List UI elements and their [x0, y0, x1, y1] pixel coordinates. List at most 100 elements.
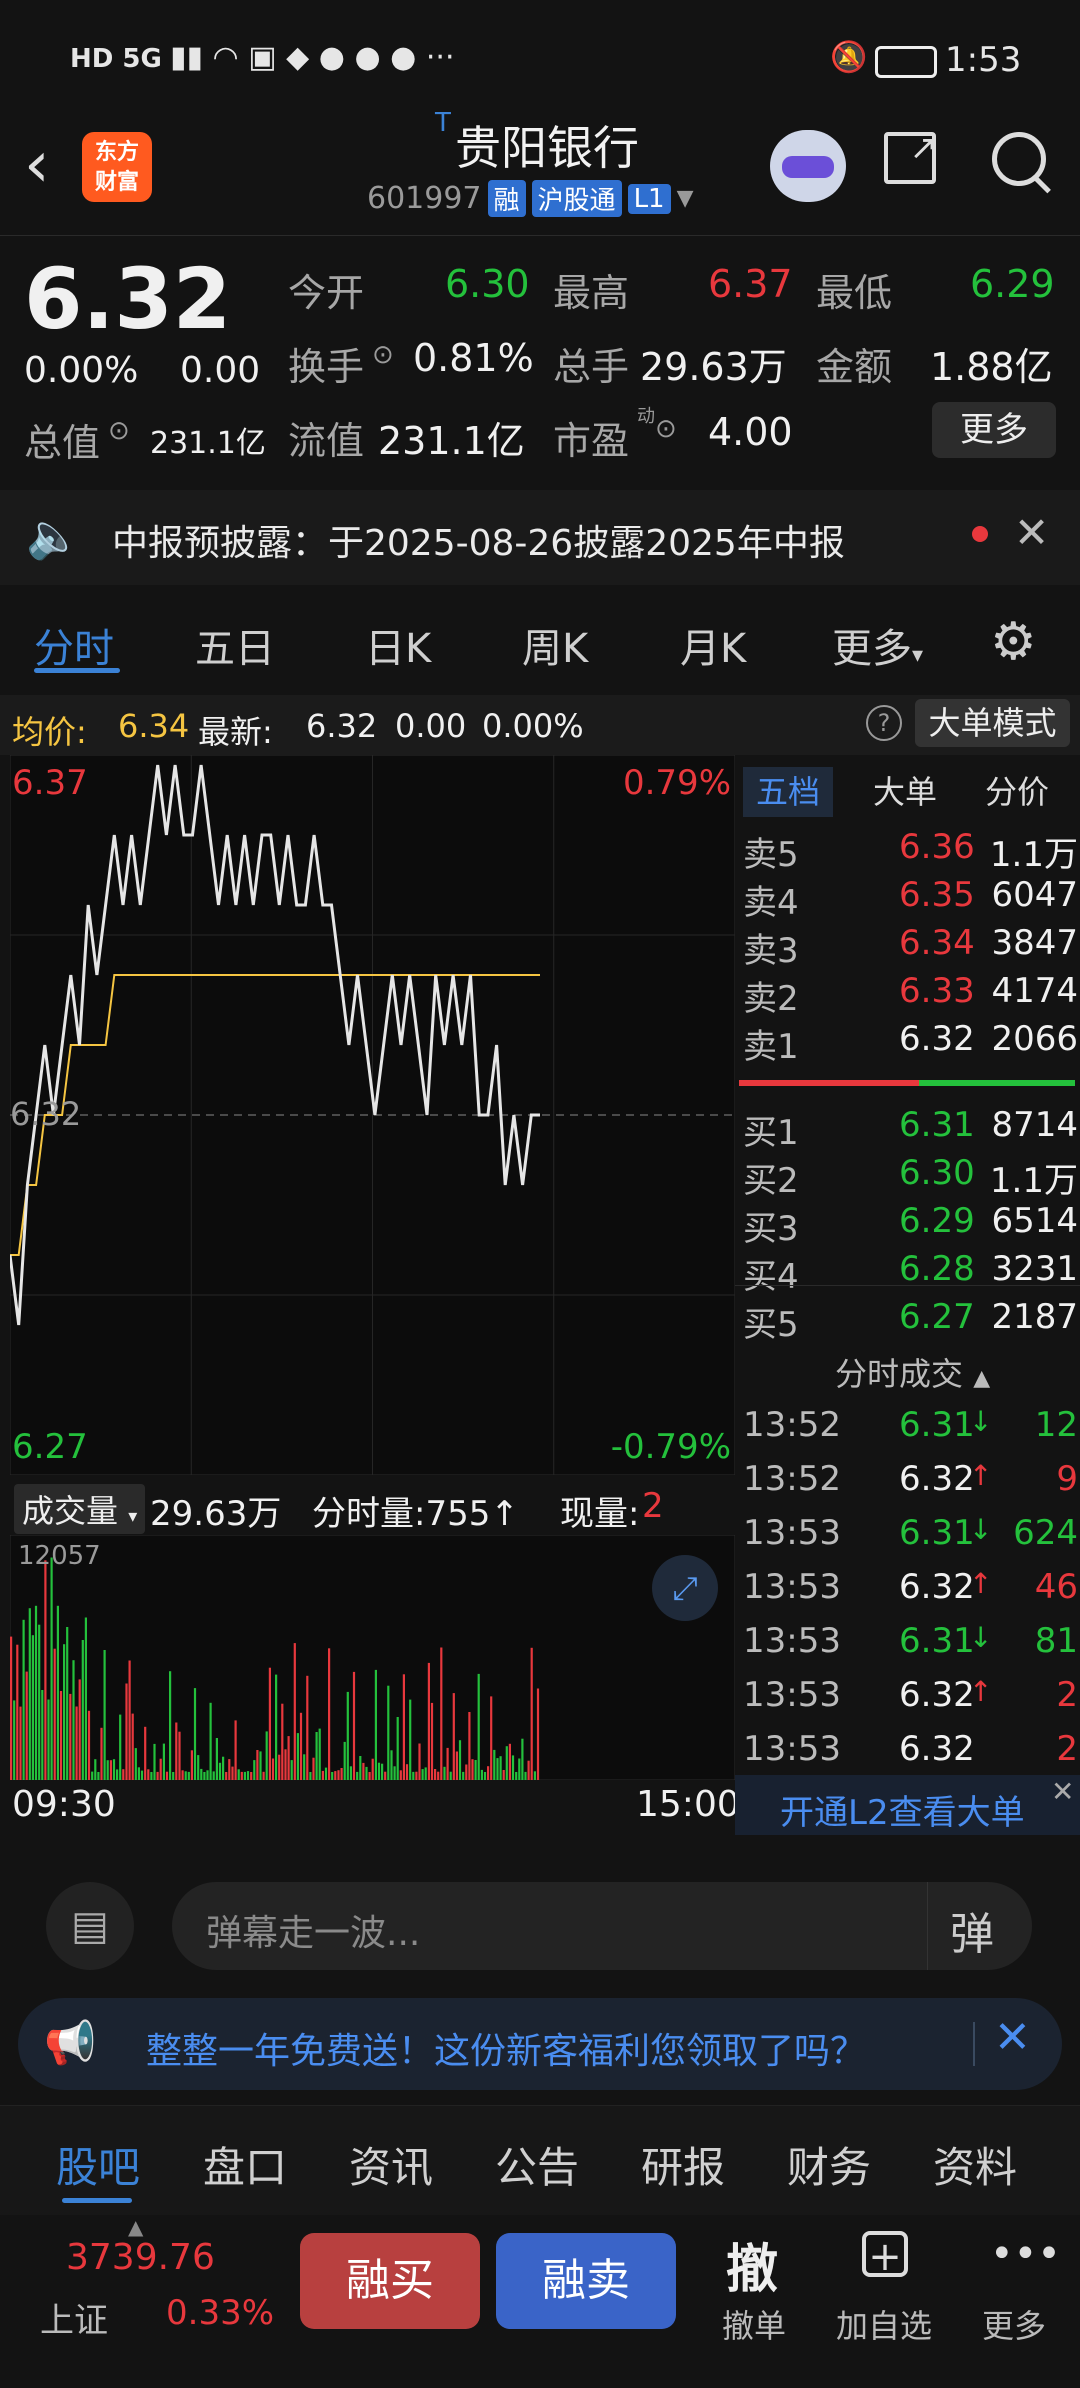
turnover-info-icon[interactable]: ⊙ — [372, 340, 394, 370]
volume-bar — [384, 1771, 387, 1780]
bid-row[interactable]: 买4 6.28 3231 — [735, 1249, 1080, 1297]
pe-info-icon[interactable]: ⊙ — [655, 414, 677, 444]
close-icon[interactable]: ✕ — [1014, 508, 1049, 557]
trade-price: 6.32 — [899, 1675, 975, 1715]
tab-announcements[interactable]: 公告 — [495, 2134, 579, 2195]
bid-row[interactable]: 买3 6.29 6514 — [735, 1201, 1080, 1249]
tab-news[interactable]: 资讯 — [349, 2134, 433, 2195]
volume-bar — [169, 1671, 172, 1780]
dropdown-icon[interactable]: ▼ — [677, 186, 694, 211]
low-value: 6.29 — [970, 262, 1055, 306]
volume-selector[interactable]: 成交量 ▾ — [14, 1484, 146, 1534]
bid-volume: 1.1万 — [989, 1161, 1078, 1201]
intraday-chart[interactable]: 6.37 6.32 6.27 0.79% -0.79% — [8, 754, 736, 1476]
l2-close-icon[interactable]: ✕ — [1051, 1775, 1074, 1808]
volume-bar — [246, 1771, 250, 1780]
back-icon[interactable]: ‹ — [24, 128, 50, 202]
turnover-value: 0.81% — [413, 336, 534, 380]
bid-row[interactable]: 买2 6.30 1.1万 — [735, 1153, 1080, 1201]
ask-row[interactable]: 卖5 6.36 1.1万 — [735, 827, 1080, 875]
cancel-order-icon[interactable]: 撤 — [726, 2227, 778, 2302]
trade-time: 13:53 — [743, 1567, 841, 1607]
tab-price-dist[interactable]: 分价 — [985, 767, 1049, 817]
tab-daily-k[interactable]: 日K — [365, 616, 431, 674]
tab-five-level[interactable]: 五档 — [743, 767, 833, 817]
tab-monthly-k[interactable]: 月K — [680, 616, 746, 674]
promo-banner[interactable]: 📢 整整一年免费送！这份新客福利您领取了吗？ ✕ — [18, 1998, 1062, 2090]
index-value[interactable]: 3739.76 — [66, 2237, 215, 2278]
volume-bar — [134, 1748, 137, 1780]
more-dots-icon[interactable]: ••• — [990, 2231, 1061, 2277]
comment-settings-icon[interactable]: ▤ — [46, 1882, 134, 1970]
tab-profile[interactable]: 资料 — [933, 2134, 1017, 2195]
volume-bar — [59, 1691, 63, 1780]
share-icon[interactable]: ↗ — [884, 128, 938, 184]
tab-research[interactable]: 研报 — [641, 2134, 725, 2195]
volume-bar — [44, 1560, 47, 1780]
volume-bar — [25, 1671, 28, 1780]
trade-arrow-icon: ↓ — [969, 1405, 993, 1438]
tab-big-order[interactable]: 大单 — [873, 767, 937, 817]
volume-bar — [284, 1749, 287, 1780]
volume-bar — [505, 1746, 508, 1780]
bid-row[interactable]: 买5 6.27 2187 — [735, 1297, 1080, 1345]
tab-more[interactable]: 更多▾ — [832, 616, 923, 674]
tab-pankou[interactable]: 盘口 — [203, 2134, 287, 2195]
bid-row[interactable]: 买1 6.31 8714 — [735, 1105, 1080, 1153]
ask-volume: 3847 — [991, 923, 1078, 963]
volume-bar — [427, 1662, 430, 1780]
trade-arrow-icon: ↑ — [969, 1459, 993, 1492]
settings-gear-icon[interactable]: ⚙ — [990, 612, 1037, 672]
search-icon[interactable] — [992, 132, 1051, 194]
bid-price: 6.31 — [899, 1105, 975, 1145]
add-watchlist-label[interactable]: 加自选 — [836, 2301, 932, 2347]
volume-bar — [56, 1605, 59, 1780]
tab-weekly-k[interactable]: 周K — [522, 616, 588, 674]
ask-row[interactable]: 卖4 6.35 6047 — [735, 875, 1080, 923]
l2-link[interactable]: 开通L2查看大单 — [780, 1785, 1025, 1834]
volume-bar — [275, 1674, 278, 1780]
more-quote-button[interactable]: 更多 — [932, 402, 1056, 458]
price-chart-svg — [8, 754, 736, 1476]
volume-bar — [536, 1688, 540, 1780]
robot-avatar-icon[interactable] — [770, 130, 846, 202]
margin-sell-button[interactable]: 融卖 — [496, 2233, 676, 2329]
danmu-input[interactable]: 弹幕走一波... 弹 — [172, 1882, 1032, 1970]
volume-bar — [321, 1770, 324, 1780]
big-order-mode-button[interactable]: 大单模式 — [915, 699, 1070, 747]
l2-banner[interactable]: 开通L2查看大单 ✕ — [735, 1775, 1080, 1835]
add-watchlist-icon[interactable]: + — [862, 2231, 908, 2279]
margin-buy-button[interactable]: 融买 — [300, 2233, 480, 2329]
megaphone-icon: 📢 — [44, 2018, 97, 2067]
trades-title[interactable]: 分时成交 ▲ — [835, 1349, 990, 1395]
tab-guba[interactable]: 股吧 — [56, 2134, 140, 2195]
promo-text[interactable]: 整整一年免费送！这份新客福利您领取了吗？ — [146, 2022, 866, 2074]
ask-row[interactable]: 卖3 6.34 3847 — [735, 923, 1080, 971]
ask-row[interactable]: 卖2 6.33 4174 — [735, 971, 1080, 1019]
expand-icon[interactable]: ⤢ — [652, 1555, 718, 1621]
volume-max-label: 12057 — [18, 1541, 101, 1571]
ask-price: 6.33 — [899, 971, 975, 1011]
volume-bar — [181, 1770, 184, 1780]
ask-strength-bar — [739, 1080, 919, 1086]
more-label[interactable]: 更多 — [982, 2301, 1046, 2347]
notice-text[interactable]: 中报预披露：于2025-08-26披露2025年中报 — [112, 514, 845, 566]
danmu-placeholder: 弹幕走一波... — [206, 1913, 421, 1954]
volume-bar — [190, 1750, 193, 1780]
info-icon[interactable]: ⊙ — [108, 416, 130, 446]
volume-bar — [515, 1772, 518, 1780]
tab-intraday[interactable]: 分时 — [34, 616, 114, 674]
danmu-toggle-icon[interactable]: 弹 — [950, 1898, 994, 1962]
tab-five-day[interactable]: 五日 — [195, 616, 275, 674]
promo-close-icon[interactable]: ✕ — [994, 2012, 1031, 2063]
tab-finance[interactable]: 财务 — [787, 2134, 871, 2195]
ask-row[interactable]: 卖1 6.32 2066 — [735, 1019, 1080, 1067]
volume-bar — [440, 1647, 443, 1780]
cancel-order-label[interactable]: 撤单 — [722, 2301, 786, 2347]
chart-info-bar: 均价: 6.34 最新: 6.32 0.00 0.00% ? 大单模式 — [0, 695, 1080, 755]
help-icon[interactable]: ? — [866, 705, 902, 741]
volume-bar — [250, 1772, 253, 1780]
volume-bar — [365, 1766, 368, 1780]
pe-value: 4.00 — [708, 410, 793, 454]
bid-price: 6.28 — [899, 1249, 975, 1289]
